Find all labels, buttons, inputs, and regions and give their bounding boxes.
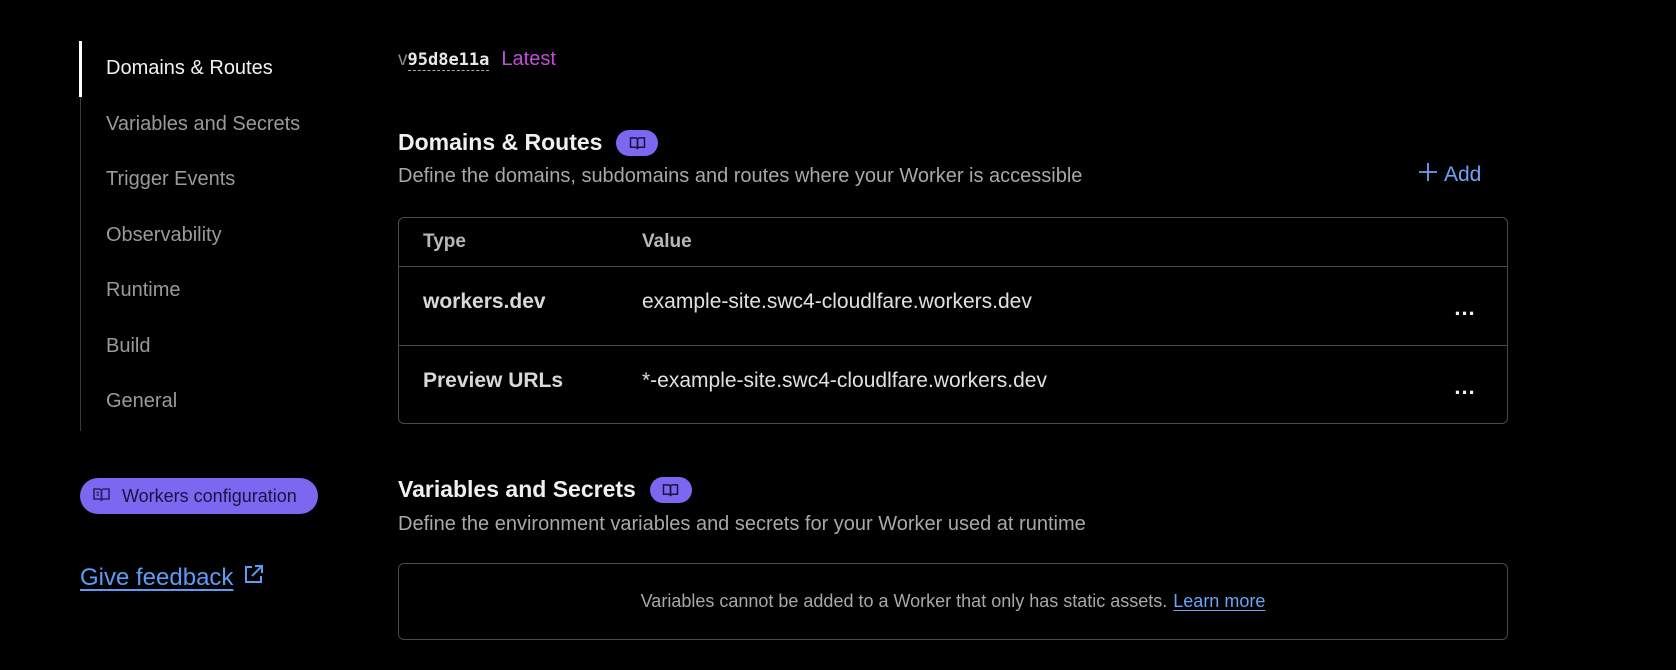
- domains-table: Type Value workers.dev example-site.swc4…: [398, 217, 1508, 424]
- sidebar-item-label: Variables and Secrets: [106, 112, 301, 135]
- column-header-value: Value: [642, 231, 692, 252]
- add-domain-button[interactable]: Add: [1418, 162, 1481, 188]
- table-header: Type Value: [399, 218, 1507, 267]
- sidebar-item-general[interactable]: General: [81, 374, 341, 430]
- notice-text: Variables cannot be added to a Worker th…: [640, 591, 1168, 611]
- column-header-type: Type: [423, 231, 466, 252]
- sidebar-item-label: Domains & Routes: [106, 57, 273, 80]
- sidebar-item-domains-routes[interactable]: Domains & Routes: [79, 41, 341, 97]
- row-menu-button[interactable]: ...: [1445, 374, 1485, 400]
- row-value: *-example-site.swc4-cloudlfare.workers.d…: [642, 368, 1047, 392]
- sidebar-item-variables-secrets[interactable]: Variables and Secrets: [81, 97, 341, 153]
- settings-sidebar-nav: Domains & Routes Variables and Secrets T…: [79, 41, 341, 431]
- row-type: workers.dev: [423, 290, 546, 313]
- variables-secrets-section-title: Variables and Secrets: [398, 476, 692, 503]
- version-hash[interactable]: 95d8e11a: [407, 50, 490, 71]
- table-row: workers.dev example-site.swc4-cloudlfare…: [399, 267, 1507, 345]
- plus-icon: [1418, 162, 1438, 188]
- domains-routes-description: Define the domains, subdomains and route…: [398, 165, 1083, 187]
- row-value: example-site.swc4-cloudlfare.workers.dev: [642, 290, 1032, 313]
- give-feedback-label: Give feedback: [80, 564, 234, 591]
- variables-docs-button[interactable]: [649, 476, 692, 503]
- book-icon: [662, 476, 679, 503]
- book-icon: [93, 486, 110, 507]
- domains-routes-section-title: Domains & Routes: [398, 129, 659, 156]
- give-feedback-link[interactable]: Give feedback: [80, 564, 264, 592]
- sidebar-item-observability[interactable]: Observability: [81, 208, 341, 264]
- sidebar-item-build[interactable]: Build: [81, 319, 341, 375]
- row-type: Preview URLs: [423, 368, 564, 392]
- version-indicator: v 95d8e11a Latest: [398, 48, 556, 71]
- sidebar-item-trigger-events[interactable]: Trigger Events: [81, 152, 341, 208]
- book-icon: [629, 129, 646, 156]
- sidebar-item-label: Observability: [106, 223, 222, 246]
- table-row: Preview URLs *-example-site.swc4-cloudlf…: [399, 345, 1507, 423]
- workers-configuration-label: Workers configuration: [122, 485, 297, 506]
- domains-docs-button[interactable]: [616, 129, 659, 156]
- learn-more-link[interactable]: Learn more: [1173, 591, 1265, 612]
- add-label: Add: [1444, 163, 1482, 186]
- variables-secrets-description: Define the environment variables and sec…: [398, 513, 1086, 535]
- sidebar-item-label: General: [106, 390, 178, 413]
- version-prefix: v: [398, 49, 408, 70]
- sidebar-item-runtime[interactable]: Runtime: [81, 263, 341, 319]
- row-menu-button[interactable]: ...: [1445, 295, 1485, 321]
- variables-secrets-heading: Variables and Secrets: [398, 476, 636, 502]
- workers-configuration-button[interactable]: Workers configuration: [80, 478, 318, 514]
- sidebar-item-label: Build: [106, 334, 151, 357]
- domains-routes-heading: Domains & Routes: [398, 129, 603, 155]
- sidebar-item-label: Runtime: [106, 279, 181, 302]
- external-link-icon: [243, 564, 264, 592]
- latest-tag: Latest: [501, 48, 556, 70]
- static-assets-notice: Variables cannot be added to a Worker th…: [398, 563, 1508, 640]
- sidebar-item-label: Trigger Events: [106, 168, 236, 191]
